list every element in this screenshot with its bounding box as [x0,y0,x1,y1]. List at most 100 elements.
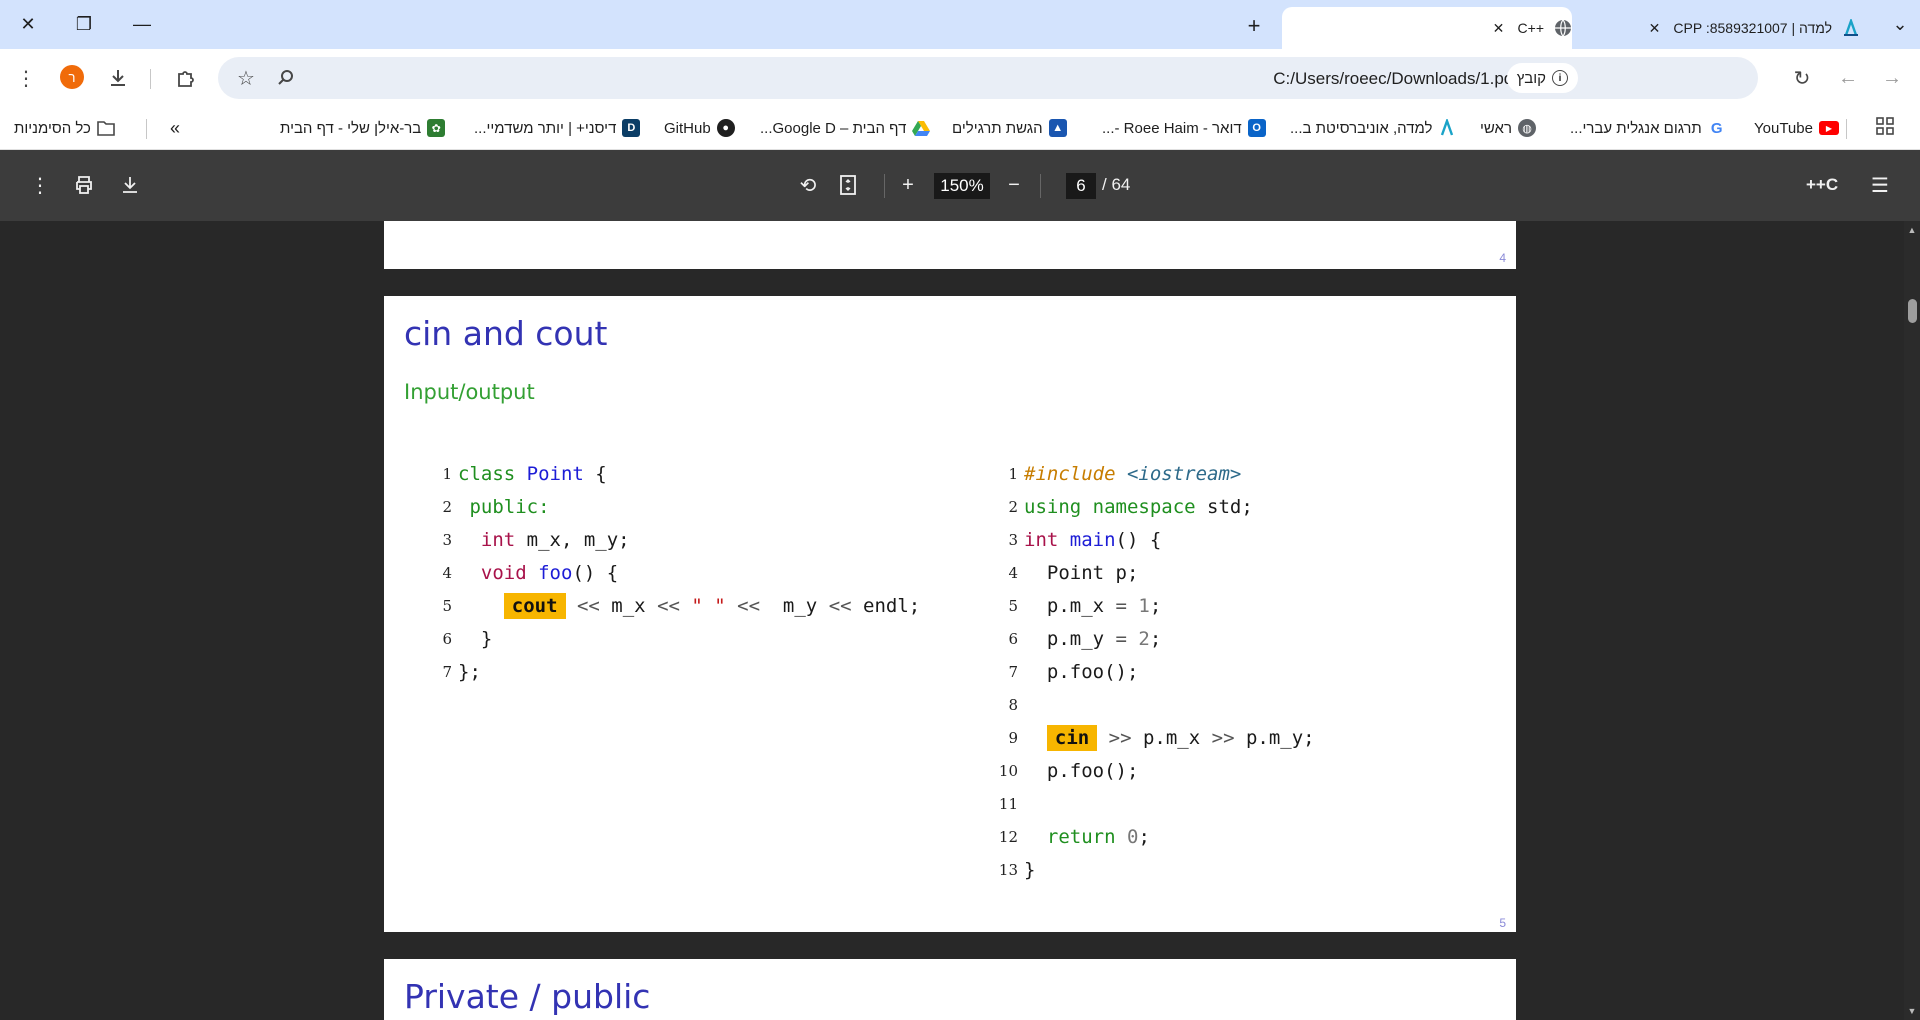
document-outline-button[interactable]: ☰ [1866,171,1894,199]
bookmark-star-button[interactable]: ☆ [230,62,262,94]
zoom-button[interactable] [270,62,302,94]
forward-button[interactable]: → [1876,62,1908,94]
code-token: { [583,462,607,485]
downloads-button[interactable] [102,62,134,94]
slide-subtitle: Input/output [404,380,535,404]
highlighted-cout: cout [503,592,566,619]
browser-menu-button[interactable]: ⋮ [10,62,42,94]
line-number: 6 [1008,629,1018,648]
bookmark-label: הגשת תרגילים [952,119,1043,137]
scrollbar-thumb[interactable] [1908,299,1917,323]
close-tab-icon[interactable]: ✕ [1645,19,1663,37]
youtube-icon: ▶ [1818,121,1839,135]
code-token: } [1024,858,1036,881]
zoom-level-input[interactable]: 150% [934,173,990,199]
code-token: = [1104,594,1139,617]
close-tab-icon[interactable]: ✕ [1490,19,1508,37]
rotate-button[interactable]: ⟲ [794,171,822,199]
bookmark-github[interactable]: ● GitHub [664,115,735,141]
code-line: 1 #include <iostream> [996,457,1241,490]
all-bookmarks-button[interactable]: כל הסימניות [14,115,115,141]
bookmark-google-drive[interactable]: דף הבית – Google D... [760,115,931,141]
extensions-button[interactable] [170,62,202,94]
reload-button[interactable]: ↻ [1786,62,1818,94]
new-tab-button[interactable]: + [1240,12,1268,40]
zoom-out-button[interactable]: − [1000,171,1028,199]
apps-button[interactable] [1876,115,1894,141]
bookmark-youtube[interactable]: ▶ YouTube [1754,115,1839,141]
code-token: }; [458,660,481,683]
lamda-icon [1438,119,1456,137]
page-number-input[interactable]: 6 [1066,173,1096,199]
slide-title: cin and cout [404,314,608,353]
pdf-more-button[interactable]: ⋮ [26,171,54,199]
tab-cpp-pdf[interactable]: C++ ✕ [1282,7,1572,49]
folder-icon [97,119,115,137]
code-token: #include [1024,462,1116,485]
line-number: 10 [998,761,1018,780]
back-button[interactable]: ← [1832,62,1864,94]
page-total: / 64 [1102,175,1131,194]
pdf-download-button[interactable] [116,171,144,199]
bookmark-lamda[interactable]: למדה, אוניברסיטת ב... [1290,115,1456,141]
code-line: 9 cin >> p.m_x >> p.m_y; [996,721,1315,754]
bookmark-submit[interactable]: ▲ הגשת תרגילים [952,115,1067,141]
address-bar[interactable]: ☆ C:/Users/roeec/Downloads/1.pdf i קובץ [218,57,1758,99]
code-line: 2 public: [430,490,549,523]
chevron-down-icon: ⌄ [1892,13,1908,34]
bookmark-outlook[interactable]: O דואר - Roee Haim -... [1102,115,1266,141]
highlighted-cin: cin [1046,724,1098,751]
github-icon: ● [716,119,735,137]
line-number: 7 [442,662,452,681]
profile-avatar[interactable]: ר [60,65,84,89]
bookmark-disney[interactable]: D דיסני+ | יותר משדמיי... [474,115,641,141]
code-token: 2 [1138,627,1150,650]
print-button[interactable] [70,171,98,199]
zoom-in-button[interactable]: + [894,171,922,199]
tab-lamda-cpp[interactable]: למדה | CPP :8589321007 ✕ [1585,7,1860,49]
tab-title: למדה | CPP :8589321007 [1673,20,1832,36]
pdf-page-6: Private / public [384,959,1516,1020]
bookmark-translate[interactable]: G תרגום אנגלית עברי... [1570,115,1726,141]
line-number: 4 [1008,563,1018,582]
code-line: 8 [996,688,1024,721]
code-line: 2 using namespace std; [996,490,1252,523]
code-token: ; [1149,594,1162,617]
line-number: 5 [1008,596,1018,615]
restore-window-button[interactable]: ❐ [64,8,104,40]
bookmarks-divider [146,119,147,139]
page-number: 5 [1499,916,1506,930]
site-info-label: קובץ [1516,69,1546,87]
tab-search-button[interactable]: ⌄ [1880,8,1920,40]
code-token: class [458,462,516,485]
code-line: 5 p.m_x = 1; [996,589,1161,622]
code-token: foo [538,561,573,584]
bookmarks-divider [1846,119,1847,139]
scroll-down-icon[interactable]: ▼ [1907,1006,1917,1016]
code-token: using [1024,495,1082,518]
more-bookmarks-button[interactable]: » [170,115,180,141]
code-line: 6 } [430,622,492,655]
arrow-right-icon: → [1882,66,1902,89]
bookmark-label: דיסני+ | יותר משדמיי... [474,119,617,137]
url-text[interactable]: C:/Users/roeec/Downloads/1.pdf [1273,69,1518,89]
site-info-chip[interactable]: i קובץ [1506,63,1578,93]
code-token: Point [526,462,584,485]
bookmark-label: בר-אילן שלי - דף הבית [280,119,422,137]
bookmark-biu[interactable]: ✿ בר-אילן שלי - דף הבית [280,115,446,141]
pdf-toolbar-divider [1040,174,1041,198]
scroll-up-icon[interactable]: ▲ [1907,225,1917,235]
minimize-window-button[interactable]: — [122,8,162,40]
bookmark-label: תרגום אנגלית עברי... [1570,119,1702,137]
code-line: 12 return 0; [996,820,1150,853]
bookmark-label: דף הבית – Google D... [760,119,907,137]
close-window-button[interactable]: ✕ [8,8,48,40]
pdf-viewer[interactable]: 4 cin and cout Input/output 1 class Point… [0,221,1920,1020]
viewer-scrollbar[interactable]: ▲ ▼ [1904,221,1920,1020]
bookmark-main[interactable]: ◍ ראשי [1480,115,1536,141]
download-icon [111,70,125,86]
code-token: return [1046,825,1116,848]
google-icon: G [1710,119,1723,137]
fit-page-button[interactable] [834,171,862,199]
biu-icon: ✿ [427,119,446,137]
